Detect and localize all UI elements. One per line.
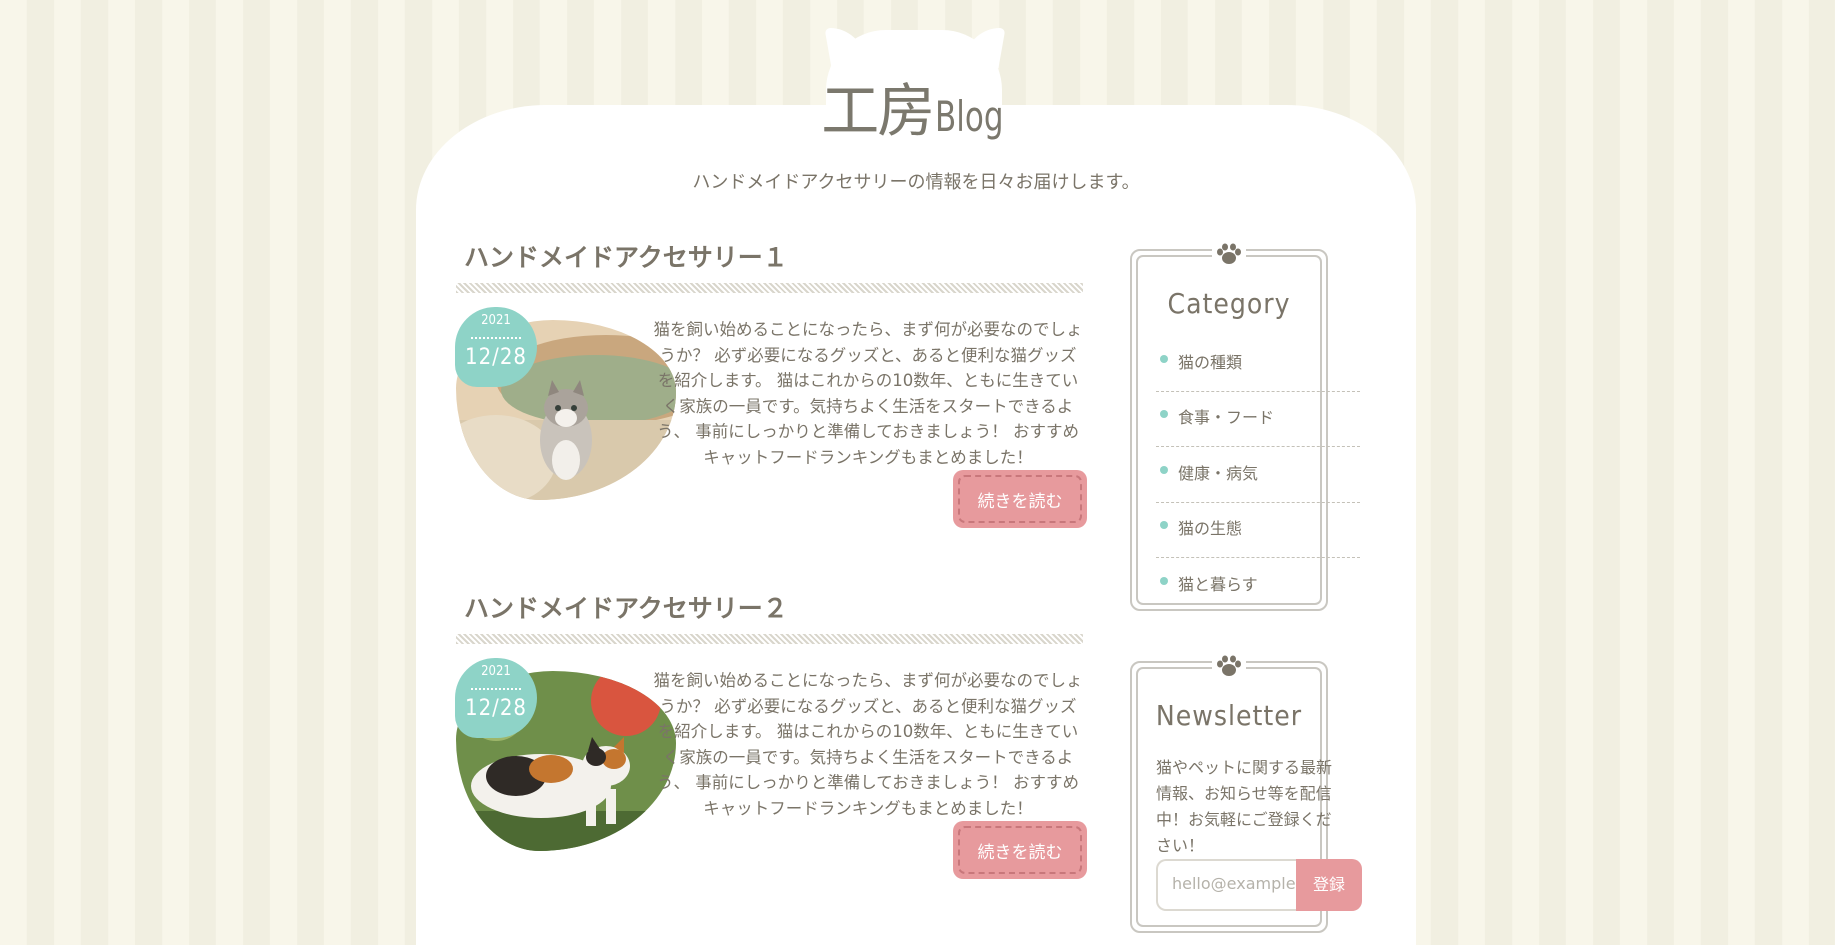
- read-more-button[interactable]: 続きを読む: [953, 470, 1087, 528]
- read-more-label: 続きを読む: [977, 842, 1063, 863]
- category-item[interactable]: 食事・フード: [1156, 392, 1360, 447]
- date-badge: 2021 12/28: [455, 307, 537, 387]
- category-widget: Category 猫の種類 食事・フード 健康・病気 猫の生態 猫と暮らす: [1130, 241, 1360, 611]
- category-label: 猫の種類: [1178, 353, 1243, 372]
- bullet-icon: [1160, 577, 1168, 585]
- title-divider: [456, 634, 1083, 644]
- logo-en: Blog: [935, 92, 1004, 141]
- category-label: 健康・病気: [1178, 464, 1259, 483]
- post-excerpt: 猫を飼い始めることになったら、まず何が必要なのでしょうか？ 必ず必要になるグッズ…: [653, 671, 1083, 818]
- tagline: ハンドメイドアクセサリーの情報を日々お届けします。: [692, 172, 1140, 193]
- read-more-button[interactable]: 続きを読む: [953, 821, 1087, 879]
- date-divider: [471, 688, 521, 690]
- date-monthday: 12/28: [464, 345, 528, 370]
- bullet-icon: [1160, 521, 1168, 529]
- subscribe-button[interactable]: 登録: [1296, 859, 1362, 911]
- paw-icon: [1212, 241, 1246, 267]
- site-logo[interactable]: 工房Blog: [815, 64, 1025, 148]
- category-title: Category: [1167, 287, 1291, 320]
- bullet-icon: [1160, 355, 1168, 363]
- date-divider: [471, 337, 521, 339]
- newsletter-description: 猫やペットに関する最新情報、お知らせ等を配信中！お気軽にご登録ください！: [1156, 758, 1333, 855]
- date-year: 2021: [481, 313, 511, 328]
- category-widget-inner: Category 猫の種類 食事・フード 健康・病気 猫の生態 猫と暮らす: [1136, 241, 1360, 605]
- date-badge: 2021 12/28: [455, 658, 537, 738]
- category-label: 食事・フード: [1178, 408, 1275, 427]
- bullet-icon: [1160, 410, 1168, 418]
- bullet-icon: [1160, 466, 1168, 474]
- paw-icon: [1212, 653, 1246, 679]
- newsletter-widget: Newsletter 猫やペットに関する最新情報、お知らせ等を配信中！お気軽にご…: [1130, 653, 1362, 933]
- date-monthday: 12/28: [464, 696, 528, 721]
- category-label: 猫と暮らす: [1178, 575, 1258, 594]
- email-field[interactable]: hello@example.com: [1156, 859, 1296, 911]
- category-separator: [1156, 557, 1360, 558]
- newsletter-title: Newsletter: [1155, 699, 1303, 732]
- read-more-label: 続きを読む: [977, 491, 1063, 512]
- category-separator: [1156, 446, 1360, 447]
- post-title[interactable]: ハンドメイドアクセサリー２: [464, 589, 788, 625]
- newsletter-widget-inner: Newsletter 猫やペットに関する最新情報、お知らせ等を配信中！お気軽にご…: [1136, 653, 1362, 927]
- category-item[interactable]: 猫の種類: [1156, 337, 1360, 392]
- category-item[interactable]: 猫の生態: [1156, 503, 1360, 558]
- logo-jp: 工房: [821, 77, 935, 145]
- post-excerpt: 猫を飼い始めることになったら、まず何が必要なのでしょうか？ 必ず必要になるグッズ…: [653, 320, 1083, 467]
- category-item[interactable]: 健康・病気: [1156, 448, 1360, 503]
- category-label: 猫の生態: [1178, 519, 1243, 538]
- category-item[interactable]: 猫と暮らす: [1156, 559, 1360, 599]
- post-title[interactable]: ハンドメイドアクセサリー１: [464, 238, 788, 274]
- date-year: 2021: [481, 664, 511, 679]
- title-divider: [456, 283, 1083, 293]
